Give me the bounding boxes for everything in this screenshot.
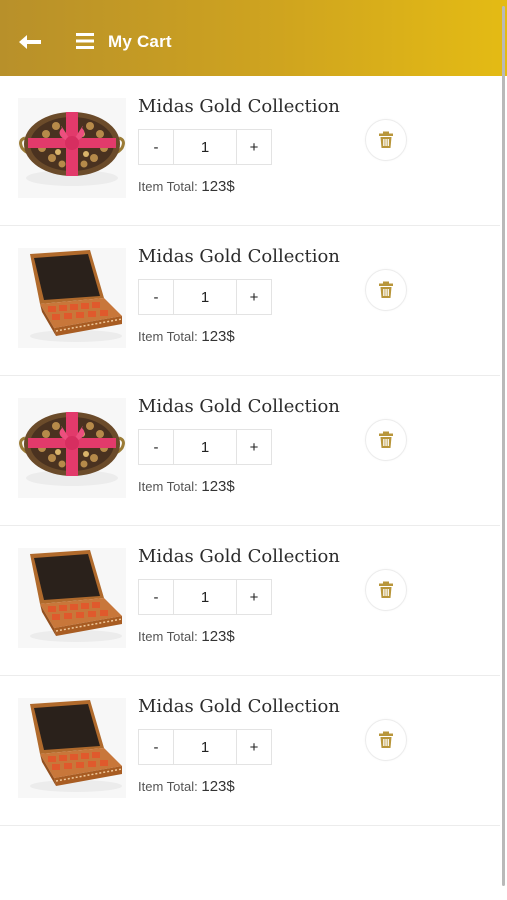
quantity-stepper: - 1 + xyxy=(138,279,272,315)
item-total: Item Total: 123$ xyxy=(138,628,235,645)
trash-icon xyxy=(379,281,393,298)
cart-item: Midas Gold Collection - 1 + Item Total: … xyxy=(0,376,500,526)
cart-item: Midas Gold Collection - 1 + Item Total: … xyxy=(0,526,500,676)
cart-item: Midas Gold Collection - 1 + Item Total: … xyxy=(0,226,500,376)
increment-button[interactable]: + xyxy=(237,130,271,164)
wooden-chocolate-box-image xyxy=(18,248,126,348)
item-total: Item Total: 123$ xyxy=(138,778,235,795)
item-total-label: Item Total: xyxy=(138,629,198,644)
quantity-value: 1 xyxy=(173,580,237,614)
delete-item-button[interactable] xyxy=(365,569,407,611)
delete-item-button[interactable] xyxy=(365,119,407,161)
cart-item: Midas Gold Collection - 1 + Item Total: … xyxy=(0,76,500,226)
scrollbar[interactable] xyxy=(502,6,505,886)
app-header: My Cart xyxy=(0,0,507,76)
delete-item-button[interactable] xyxy=(365,269,407,311)
increment-button[interactable]: + xyxy=(237,730,271,764)
quantity-stepper: - 1 + xyxy=(138,429,272,465)
trash-icon xyxy=(379,431,393,448)
quantity-stepper: - 1 + xyxy=(138,579,272,615)
quantity-value: 1 xyxy=(173,730,237,764)
product-name: Midas Gold Collection xyxy=(138,96,340,117)
round-chocolate-tray-image xyxy=(18,398,126,498)
decrement-button[interactable]: - xyxy=(139,580,173,614)
menu-button[interactable] xyxy=(74,30,96,52)
product-name: Midas Gold Collection xyxy=(138,696,340,717)
product-name: Midas Gold Collection xyxy=(138,396,340,417)
wooden-chocolate-box-image xyxy=(18,698,126,798)
cart-list: Midas Gold Collection - 1 + Item Total: … xyxy=(0,76,500,826)
item-total-label: Item Total: xyxy=(138,329,198,344)
item-total-value: 123$ xyxy=(201,778,235,795)
trash-icon xyxy=(379,731,393,748)
wooden-chocolate-box-image xyxy=(18,548,126,648)
item-total-label: Item Total: xyxy=(138,479,198,494)
arrow-left-icon xyxy=(19,35,41,49)
quantity-value: 1 xyxy=(173,280,237,314)
product-name: Midas Gold Collection xyxy=(138,546,340,567)
quantity-value: 1 xyxy=(173,430,237,464)
item-total: Item Total: 123$ xyxy=(138,178,235,195)
page-title: My Cart xyxy=(108,32,172,51)
cart-item: Midas Gold Collection - 1 + Item Total: … xyxy=(0,676,500,826)
quantity-value: 1 xyxy=(173,130,237,164)
increment-button[interactable]: + xyxy=(237,280,271,314)
delete-item-button[interactable] xyxy=(365,719,407,761)
item-total: Item Total: 123$ xyxy=(138,478,235,495)
trash-icon xyxy=(379,581,393,598)
item-total-label: Item Total: xyxy=(138,779,198,794)
decrement-button[interactable]: - xyxy=(139,430,173,464)
item-total-value: 123$ xyxy=(201,628,235,645)
item-total-value: 123$ xyxy=(201,478,235,495)
item-total: Item Total: 123$ xyxy=(138,328,235,345)
product-name: Midas Gold Collection xyxy=(138,246,340,267)
item-total-value: 123$ xyxy=(201,178,235,195)
trash-icon xyxy=(379,131,393,148)
decrement-button[interactable]: - xyxy=(139,280,173,314)
hamburger-menu-icon xyxy=(76,33,94,49)
item-total-value: 123$ xyxy=(201,328,235,345)
back-button[interactable] xyxy=(14,26,46,58)
decrement-button[interactable]: - xyxy=(139,130,173,164)
item-total-label: Item Total: xyxy=(138,179,198,194)
quantity-stepper: - 1 + xyxy=(138,129,272,165)
delete-item-button[interactable] xyxy=(365,419,407,461)
increment-button[interactable]: + xyxy=(237,430,271,464)
decrement-button[interactable]: - xyxy=(139,730,173,764)
round-chocolate-tray-image xyxy=(18,98,126,198)
quantity-stepper: - 1 + xyxy=(138,729,272,765)
increment-button[interactable]: + xyxy=(237,580,271,614)
